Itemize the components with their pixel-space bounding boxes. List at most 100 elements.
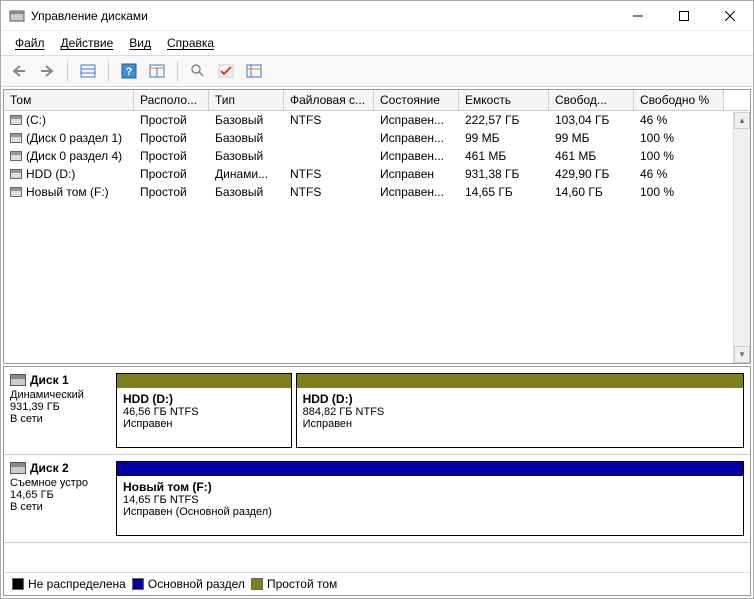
close-button[interactable]: [707, 1, 753, 31]
title-bar: Управление дисками: [1, 1, 753, 31]
check-button[interactable]: [214, 60, 238, 82]
disk-info[interactable]: Диск 2 Съемное устро14,65 ГБВ сети: [10, 461, 110, 536]
help-button[interactable]: ?: [117, 60, 141, 82]
col-type[interactable]: Тип: [209, 90, 284, 110]
cell-layout: Простой: [134, 166, 209, 182]
partition[interactable]: HDD (D:)884,82 ГБ NTFSИсправен: [296, 373, 744, 448]
cell-layout: Простой: [134, 148, 209, 164]
forward-button[interactable]: [35, 60, 59, 82]
cell-freepct: 100 %: [634, 148, 724, 164]
disk-icon: [10, 462, 26, 474]
cell-capacity: 14,65 ГБ: [459, 184, 549, 200]
view-list-button[interactable]: [76, 60, 100, 82]
refresh-view-button[interactable]: [242, 60, 266, 82]
disk-management-window: Управление дисками Файл Действие Вид Спр…: [0, 0, 754, 599]
volume-row[interactable]: HDD (D:)ПростойДинами...NTFSИсправен931,…: [4, 165, 750, 183]
menu-bar: Файл Действие Вид Справка: [1, 31, 753, 56]
volume-row[interactable]: Новый том (F:)ПростойБазовыйNTFSИсправен…: [4, 183, 750, 201]
cell-status: Исправен...: [374, 130, 459, 146]
partition-state: Исправен: [303, 418, 737, 430]
disk-info[interactable]: Диск 1Динамический931,39 ГБВ сети: [10, 373, 110, 448]
menu-view[interactable]: Вид: [123, 34, 157, 52]
disk-partitions: HDD (D:)46,56 ГБ NTFSИсправенHDD (D:)884…: [116, 373, 744, 448]
volume-row[interactable]: (C:)ПростойБазовыйNTFSИсправен...222,57 …: [4, 111, 750, 129]
view-details-button[interactable]: [145, 60, 169, 82]
menu-help[interactable]: Справка: [161, 34, 220, 52]
col-layout[interactable]: Располо...: [134, 90, 209, 110]
partition-sub: 884,82 ГБ NTFS: [303, 406, 737, 418]
back-button[interactable]: [7, 60, 31, 82]
cell-volume: (Диск 0 раздел 4): [4, 148, 134, 164]
minimize-button[interactable]: [615, 1, 661, 31]
scroll-up-button[interactable]: ▴: [734, 112, 750, 129]
vertical-scrollbar[interactable]: ▴ ▾: [733, 112, 750, 363]
content-area: Том Располо... Тип Файловая с... Состоян…: [1, 87, 753, 598]
partition[interactable]: Новый том (F:)14,65 ГБ NTFSИсправен (Осн…: [116, 461, 744, 536]
menu-action[interactable]: Действие: [55, 34, 120, 52]
cell-free: 103,04 ГБ: [549, 112, 634, 128]
partition-body: Новый том (F:)14,65 ГБ NTFSИсправен (Осн…: [117, 476, 743, 535]
col-filesystem[interactable]: Файловая с...: [284, 90, 374, 110]
partition-title: HDD (D:): [303, 392, 737, 406]
col-status[interactable]: Состояние: [374, 90, 459, 110]
partition[interactable]: HDD (D:)46,56 ГБ NTFSИсправен: [116, 373, 292, 448]
cell-filesystem: NTFS: [284, 112, 374, 128]
toolbar-separator: [108, 61, 109, 81]
cell-layout: Простой: [134, 112, 209, 128]
cell-filesystem: [284, 155, 374, 157]
partition-color-bar: [117, 374, 291, 388]
partition-sub: 46,56 ГБ NTFS: [123, 406, 285, 418]
volume-icon: [10, 151, 22, 161]
disk-status: В сети: [10, 501, 110, 513]
disk-size: 14,65 ГБ: [10, 489, 110, 501]
cell-type: Базовый: [209, 184, 284, 200]
col-volume[interactable]: Том: [4, 90, 134, 110]
legend-simple: Простой том: [251, 577, 337, 591]
col-free[interactable]: Свобод...: [549, 90, 634, 110]
maximize-button[interactable]: [661, 1, 707, 31]
disk-label: Диск 2: [30, 461, 69, 475]
disk-icon: [10, 374, 26, 386]
volume-row[interactable]: (Диск 0 раздел 1)ПростойБазовыйИсправен.…: [4, 129, 750, 147]
window-title: Управление дисками: [31, 9, 615, 23]
volume-row[interactable]: (Диск 0 раздел 4)ПростойБазовыйИсправен.…: [4, 147, 750, 165]
disk-label: Диск 1: [30, 373, 69, 387]
partition-color-bar: [117, 462, 743, 476]
disk-size: 931,39 ГБ: [10, 401, 110, 413]
partition-title: Новый том (F:): [123, 480, 737, 494]
col-freepct[interactable]: Свободно %: [634, 90, 724, 110]
cell-type: Базовый: [209, 130, 284, 146]
scroll-down-button[interactable]: ▾: [734, 346, 750, 363]
cell-volume: (C:): [4, 112, 134, 128]
volume-icon: [10, 169, 22, 179]
search-button[interactable]: [186, 60, 210, 82]
partition-title: HDD (D:): [123, 392, 285, 406]
disk-type: Съемное устро: [10, 477, 110, 489]
legend-primary: Основной раздел: [132, 577, 245, 591]
cell-freepct: 46 %: [634, 166, 724, 182]
cell-freepct: 46 %: [634, 112, 724, 128]
cell-volume: (Диск 0 раздел 1): [4, 130, 134, 146]
svg-text:?: ?: [126, 66, 133, 78]
legend-primary-label: Основной раздел: [148, 577, 245, 591]
disk-partitions: Новый том (F:)14,65 ГБ NTFSИсправен (Осн…: [116, 461, 744, 536]
cell-type: Базовый: [209, 148, 284, 164]
cell-capacity: 99 МБ: [459, 130, 549, 146]
cell-free: 99 МБ: [549, 130, 634, 146]
cell-free: 429,90 ГБ: [549, 166, 634, 182]
cell-volume: Новый том (F:): [4, 184, 134, 200]
partition-state: Исправен (Основной раздел): [123, 506, 737, 518]
col-capacity[interactable]: Емкость: [459, 90, 549, 110]
menu-file[interactable]: Файл: [9, 34, 51, 52]
legend: Не распределена Основной раздел Простой …: [4, 572, 750, 595]
swatch-primary: [132, 578, 144, 590]
scroll-track[interactable]: [734, 129, 750, 346]
disk-row: Диск 2 Съемное устро14,65 ГБВ сети Новый т…: [4, 455, 750, 543]
volume-rows: (C:)ПростойБазовыйNTFSИсправен...222,57 …: [4, 111, 750, 363]
cell-filesystem: [284, 137, 374, 139]
cell-free: 14,60 ГБ: [549, 184, 634, 200]
cell-filesystem: NTFS: [284, 166, 374, 182]
toolbar-separator: [177, 61, 178, 81]
partition-color-bar: [297, 374, 743, 388]
legend-simple-label: Простой том: [267, 577, 337, 591]
